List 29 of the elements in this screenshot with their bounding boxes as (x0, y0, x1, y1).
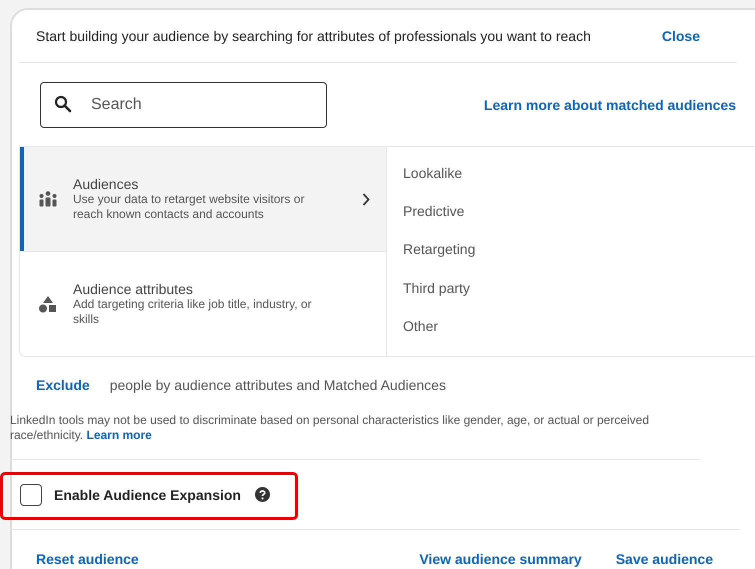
learn-more-link[interactable]: Learn more (86, 428, 152, 442)
category-description: Add targeting criteria like job title, industry, or skills (73, 297, 313, 327)
view-summary-link[interactable]: View audience summary (419, 551, 582, 567)
category-description: Use your data to retarget website visitors or reach known contacts and accounts (73, 192, 306, 222)
checkbox[interactable] (20, 484, 42, 506)
checkbox-label: Enable Audience Expansion (54, 486, 241, 502)
reset-audience-link[interactable]: Reset audience (36, 551, 139, 567)
instruction-text: Start building your audience by searching for attributes of professionals you want to reach (36, 28, 592, 44)
subcategory-item[interactable]: Retargeting (403, 241, 476, 280)
subcategory-item[interactable]: Lookalike (403, 165, 476, 204)
subcategory-item[interactable]: Other (403, 318, 476, 356)
close-link[interactable]: Close (662, 28, 700, 44)
subcategory-item[interactable]: Third party (403, 280, 476, 318)
disclaimer-text: LinkedIn tools may not be used to discriminate based on personal characteristics like gender, age, or actual or perceived race/ethnicity. Learn more (10, 413, 700, 460)
category-title: Audience attributes (73, 281, 194, 297)
save-audience-link[interactable]: Save audience (616, 551, 713, 567)
category-title: Audiences (73, 176, 140, 192)
exclude-link[interactable]: Exclude (36, 377, 90, 393)
category-item[interactable]: Audiences Use your data to retarget website visitors or reach known contacts and accounts (20, 147, 386, 251)
subcategory-item[interactable]: Predictive (403, 203, 476, 242)
search-icon (54, 94, 72, 112)
shapes-icon (39, 296, 57, 312)
help-icon[interactable] (254, 487, 270, 502)
people-icon (39, 191, 57, 207)
learn-more-link[interactable]: Learn more about matched audiences (484, 96, 736, 112)
chevron-right-icon (362, 192, 370, 206)
category-item[interactable]: Audience attributes Add targeting criteria like job title, industry, or skills (20, 251, 386, 356)
exclude-description: people by audience attributes and Matched Audiences (110, 377, 446, 393)
search-field[interactable]: Search (40, 82, 327, 128)
